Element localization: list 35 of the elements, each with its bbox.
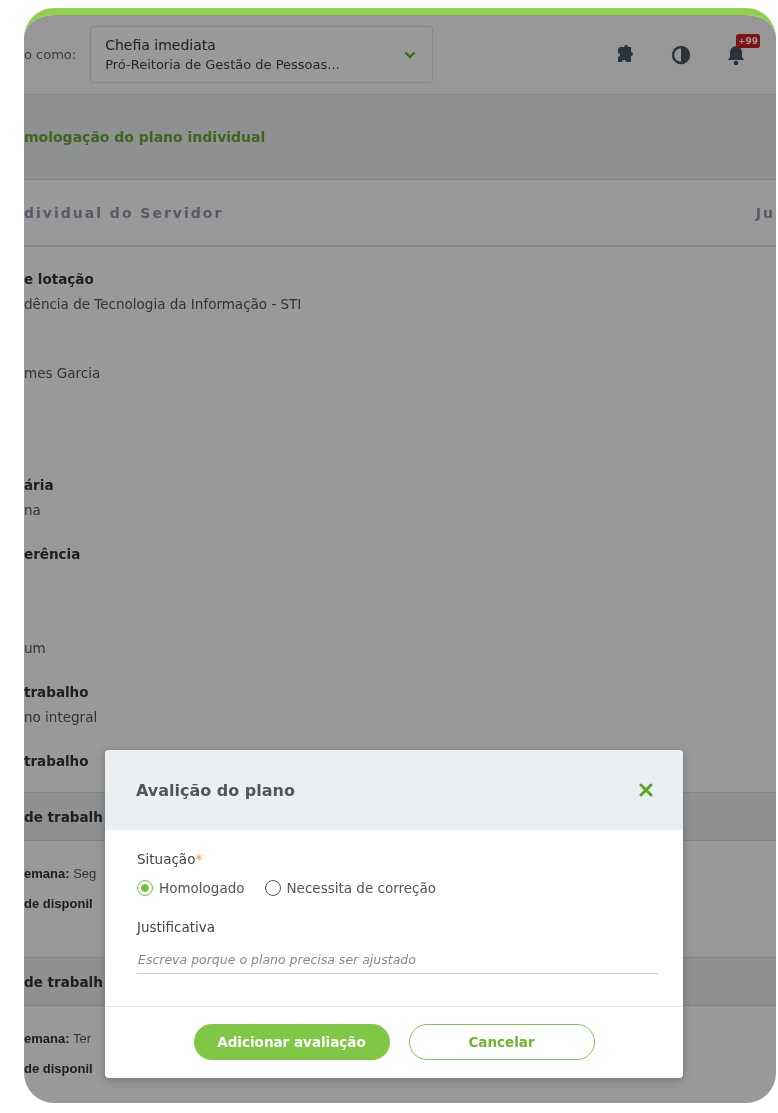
section-text: emana: Ter (24, 1030, 91, 1048)
section-text: emana: Seg (24, 865, 97, 883)
section-text: de disponil (24, 895, 93, 913)
field-label: ária (24, 476, 55, 495)
section-title: de trabalh (24, 973, 103, 990)
field-value: mes Garcia (24, 364, 102, 383)
field-label: trabalho (24, 683, 90, 702)
field-label: erência (24, 545, 82, 564)
field-label: trabalho (24, 752, 90, 771)
radio-label[interactable]: Necessita de correção (286, 880, 436, 896)
modal-title: Avalição do plano (136, 780, 295, 800)
section-title: de trabalh (24, 808, 103, 825)
tab[interactable]: Ju (755, 204, 775, 221)
bell-icon[interactable] (726, 43, 746, 66)
context-label: o como: (24, 47, 77, 62)
radio-label[interactable]: Homologado (159, 880, 245, 896)
justification-label: Justificativa (137, 918, 217, 936)
field-value: no integral (24, 708, 99, 727)
breadcrumb-title: mologação do plano individual (24, 129, 266, 145)
field-value: um (24, 639, 47, 658)
profile-select[interactable]: Chefia imediata Pró-Reitoria de Gestão de Pessoas... (90, 26, 434, 83)
situation-label: Situação* (137, 850, 204, 868)
cancel-button[interactable]: Cancelar (408, 1024, 595, 1060)
section-text: de disponil (24, 1060, 93, 1078)
justification-field[interactable]: Escreva porque o plano precisa ser ajustado (137, 948, 658, 974)
contrast-icon[interactable] (671, 44, 691, 65)
tab[interactable]: dividual do Servidor (24, 204, 224, 221)
radio-button[interactable] (137, 880, 153, 896)
field-label: e lotação (24, 270, 95, 289)
notification-badge: +99 (736, 33, 761, 48)
field-value: na (24, 501, 42, 520)
close-icon[interactable] (639, 783, 653, 797)
radio-button[interactable] (264, 880, 281, 896)
add-evaluation-button[interactable]: Adicionar avaliação (193, 1024, 390, 1060)
field-value: dência de Tecnologia da Informação - STI (24, 295, 303, 314)
